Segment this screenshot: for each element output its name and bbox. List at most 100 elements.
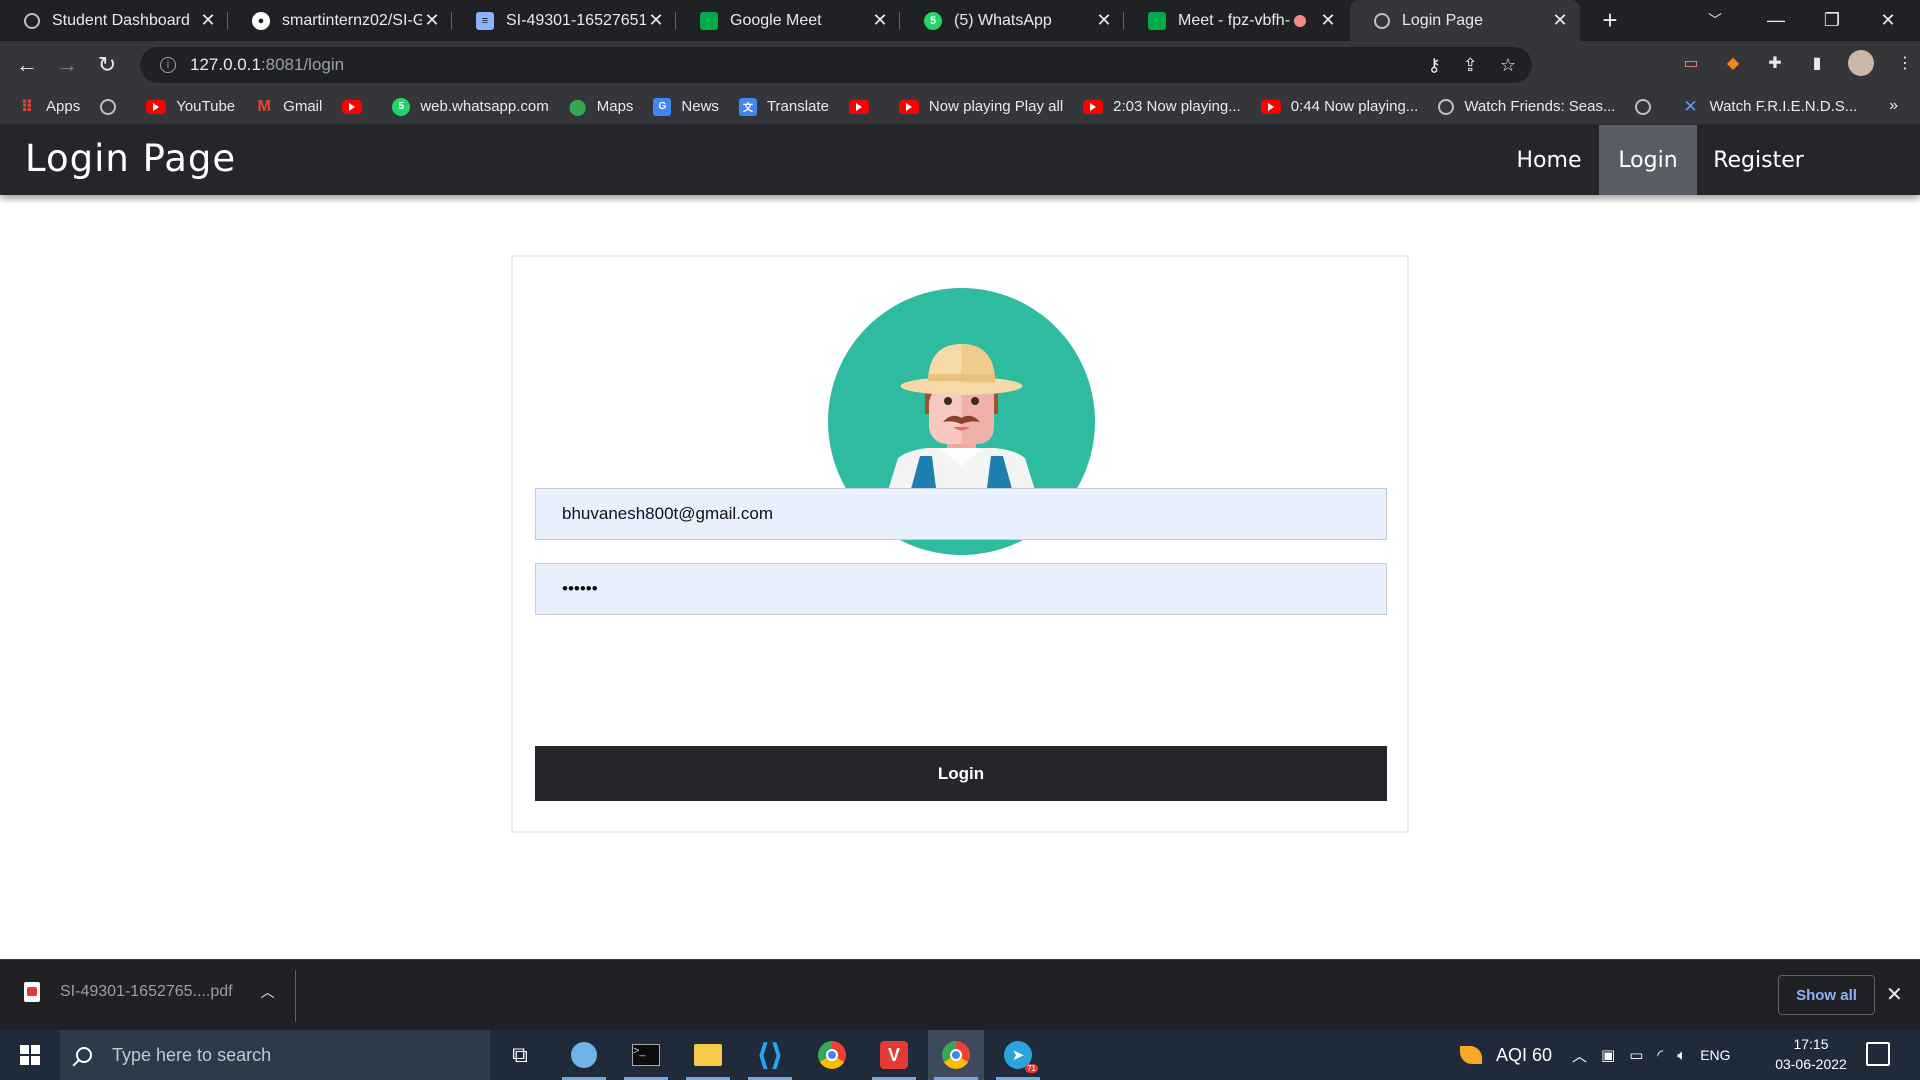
close-icon[interactable]: ✕ bbox=[1318, 10, 1338, 31]
terminal-icon[interactable]: >_ bbox=[618, 1030, 674, 1080]
key-icon[interactable]: ⚷ bbox=[1428, 55, 1441, 76]
search-placeholder: Type here to search bbox=[112, 1044, 272, 1065]
close-icon[interactable]: ✕ bbox=[1550, 10, 1570, 31]
snip-tool-icon[interactable] bbox=[556, 1030, 612, 1080]
bookmark-apps[interactable]: ⠿ Apps bbox=[18, 98, 80, 116]
bookmark-youtube-2[interactable] bbox=[342, 99, 372, 114]
bookmark-friends[interactable]: ✕ Watch F.R.I.E.N.D.S... bbox=[1681, 96, 1857, 116]
bookmark-youtube[interactable]: YouTube bbox=[146, 98, 235, 115]
nav-home-link[interactable]: Home bbox=[1501, 125, 1597, 195]
download-shelf: SI-49301-1652765....pdf ︿ Show all ✕ bbox=[0, 959, 1920, 1030]
cast-icon[interactable]: ▭ bbox=[1680, 52, 1702, 74]
system-tray: ︿ ▣ ▭ ◜ 🔈︎ ENG bbox=[1572, 1030, 1731, 1080]
volume-icon[interactable]: 🔈︎ bbox=[1677, 1047, 1686, 1064]
close-icon[interactable]: ✕ bbox=[422, 10, 442, 31]
close-icon[interactable]: ✕ bbox=[1886, 982, 1903, 1007]
bookmark-label: web.whatsapp.com bbox=[420, 98, 549, 115]
tab-login-page[interactable]: Login Page ✕ bbox=[1350, 0, 1580, 41]
vscode-icon[interactable]: ⟨⟩ bbox=[742, 1030, 798, 1080]
bookmark-whatsapp[interactable]: 5 web.whatsapp.com bbox=[392, 97, 549, 116]
sidepanel-icon[interactable]: ▮ bbox=[1806, 52, 1828, 74]
download-item[interactable]: SI-49301-1652765....pdf ︿ bbox=[24, 982, 275, 1002]
bookmark-now-playing-3[interactable]: 0:44 Now playing... bbox=[1260, 98, 1418, 115]
tab-whatsapp[interactable]: 5 (5) WhatsApp ✕ bbox=[900, 0, 1124, 41]
bookmark-globe-2[interactable] bbox=[1635, 98, 1661, 115]
close-icon[interactable]: ✕ bbox=[198, 10, 218, 31]
bookmark-watch-friends[interactable]: Watch Friends: Seas... bbox=[1438, 98, 1615, 115]
site-info-icon[interactable]: i bbox=[160, 57, 176, 73]
weather-widget[interactable]: AQI 60 bbox=[1460, 1030, 1552, 1080]
bookmark-translate[interactable]: 文 Translate bbox=[738, 97, 829, 116]
star-icon[interactable]: ☆ bbox=[1500, 55, 1516, 76]
whatsapp-icon: 5 bbox=[392, 97, 411, 116]
language-indicator[interactable]: ENG bbox=[1700, 1047, 1730, 1063]
bookmark-now-playing[interactable]: Now playing Play all bbox=[898, 98, 1063, 115]
clock-time: 17:15 bbox=[1793, 1036, 1829, 1052]
metamask-icon[interactable]: ◆ bbox=[1722, 52, 1744, 74]
back-arrow-icon[interactable]: ← bbox=[13, 51, 41, 79]
weather-leaf-icon bbox=[1460, 1046, 1482, 1064]
close-icon[interactable]: ✕ bbox=[870, 10, 890, 31]
bookmark-label: YouTube bbox=[176, 98, 236, 115]
notification-icon[interactable] bbox=[1866, 1042, 1890, 1066]
nav-login-link[interactable]: Login bbox=[1599, 125, 1697, 195]
close-window-button[interactable]: ✕ bbox=[1860, 0, 1916, 41]
whatsapp-icon: 5 bbox=[924, 11, 942, 30]
youtube-icon bbox=[342, 99, 363, 114]
task-view-icon[interactable]: ⧉ bbox=[492, 1030, 548, 1080]
bookmark-maps[interactable]: ⬤ Maps bbox=[569, 98, 634, 116]
avatar[interactable] bbox=[1848, 50, 1874, 76]
tab-student-dashboard[interactable]: Student Dashboard ✕ bbox=[0, 0, 228, 41]
bookmark-news[interactable]: G News bbox=[653, 97, 719, 116]
wifi-icon[interactable]: ◜ bbox=[1657, 1046, 1663, 1064]
taskbar-clock[interactable]: 17:15 03-06-2022 bbox=[1766, 1034, 1856, 1074]
address-bar[interactable]: i 127.0.0.1:8081/login ⚷ ⇪ ☆ bbox=[140, 47, 1532, 83]
puzzle-icon[interactable]: ✚ bbox=[1764, 52, 1786, 74]
close-icon[interactable]: ✕ bbox=[646, 10, 666, 31]
meet-tray-icon[interactable]: ▣ bbox=[1601, 1046, 1615, 1064]
close-icon[interactable]: ✕ bbox=[1094, 10, 1114, 31]
nav-register-link[interactable]: Register bbox=[1700, 125, 1817, 195]
apps-icon: ⠿ bbox=[20, 98, 34, 116]
share-icon[interactable]: ⇪ bbox=[1463, 55, 1478, 76]
telegram-badge: 71 bbox=[1025, 1064, 1038, 1073]
restore-button[interactable]: ❐ bbox=[1804, 0, 1860, 41]
news-icon: G bbox=[653, 97, 672, 116]
vivaldi-icon[interactable]: V bbox=[866, 1030, 922, 1080]
x-icon: ✕ bbox=[1683, 96, 1698, 116]
file-explorer-icon[interactable] bbox=[680, 1030, 736, 1080]
tab-google-meet[interactable]: Google Meet ✕ bbox=[676, 0, 900, 41]
show-all-button[interactable]: Show all bbox=[1778, 975, 1875, 1015]
bookmark-label: 2:03 Now playing... bbox=[1113, 98, 1241, 115]
bookmark-now-playing-2[interactable]: 2:03 Now playing... bbox=[1083, 98, 1241, 115]
forward-arrow-icon[interactable]: → bbox=[53, 51, 81, 79]
email-field[interactable] bbox=[535, 488, 1387, 540]
telegram-icon[interactable]: ➤ 71 bbox=[990, 1030, 1046, 1080]
login-button[interactable]: Login bbox=[535, 746, 1387, 801]
meet-icon bbox=[700, 11, 718, 30]
tab-search-chevron-icon[interactable]: ﹀ bbox=[1708, 10, 1722, 30]
chevron-up-icon[interactable]: ︿ bbox=[1572, 1045, 1587, 1066]
start-button[interactable] bbox=[0, 1030, 60, 1080]
minimize-button[interactable]: — bbox=[1748, 0, 1804, 41]
password-field[interactable] bbox=[535, 563, 1387, 615]
chrome-icon[interactable] bbox=[804, 1030, 860, 1080]
reload-icon[interactable]: ↻ bbox=[93, 51, 121, 79]
bookmark-label: Translate bbox=[766, 98, 829, 115]
chrome-active-icon[interactable] bbox=[928, 1030, 984, 1080]
bookmark-youtube-3[interactable] bbox=[848, 99, 879, 114]
tab-meet-call[interactable]: Meet - fpz-vbfh- ✕ bbox=[1124, 0, 1348, 41]
download-file-name: SI-49301-1652765....pdf bbox=[60, 983, 233, 1000]
tab-si-document[interactable]: ≡ SI-49301-1652765157 ✕ bbox=[452, 0, 676, 41]
new-tab-button[interactable]: + bbox=[1595, 7, 1625, 35]
youtube-icon bbox=[848, 99, 869, 114]
bookmark-gmail[interactable]: M Gmail bbox=[255, 98, 322, 116]
menu-icon[interactable]: ⋮ bbox=[1894, 52, 1916, 74]
chevron-up-icon[interactable]: ︿ bbox=[261, 982, 275, 1002]
tab-github[interactable]: ● smartinternz02/SI-Gu ✕ bbox=[228, 0, 452, 41]
bookmark-globe[interactable] bbox=[100, 98, 126, 115]
bookmark-label: News bbox=[681, 98, 719, 115]
bookmarks-overflow-button[interactable]: » bbox=[1889, 97, 1898, 115]
taskbar-search-box[interactable]: Type here to search bbox=[60, 1030, 490, 1080]
battery-icon[interactable]: ▭ bbox=[1629, 1046, 1643, 1064]
